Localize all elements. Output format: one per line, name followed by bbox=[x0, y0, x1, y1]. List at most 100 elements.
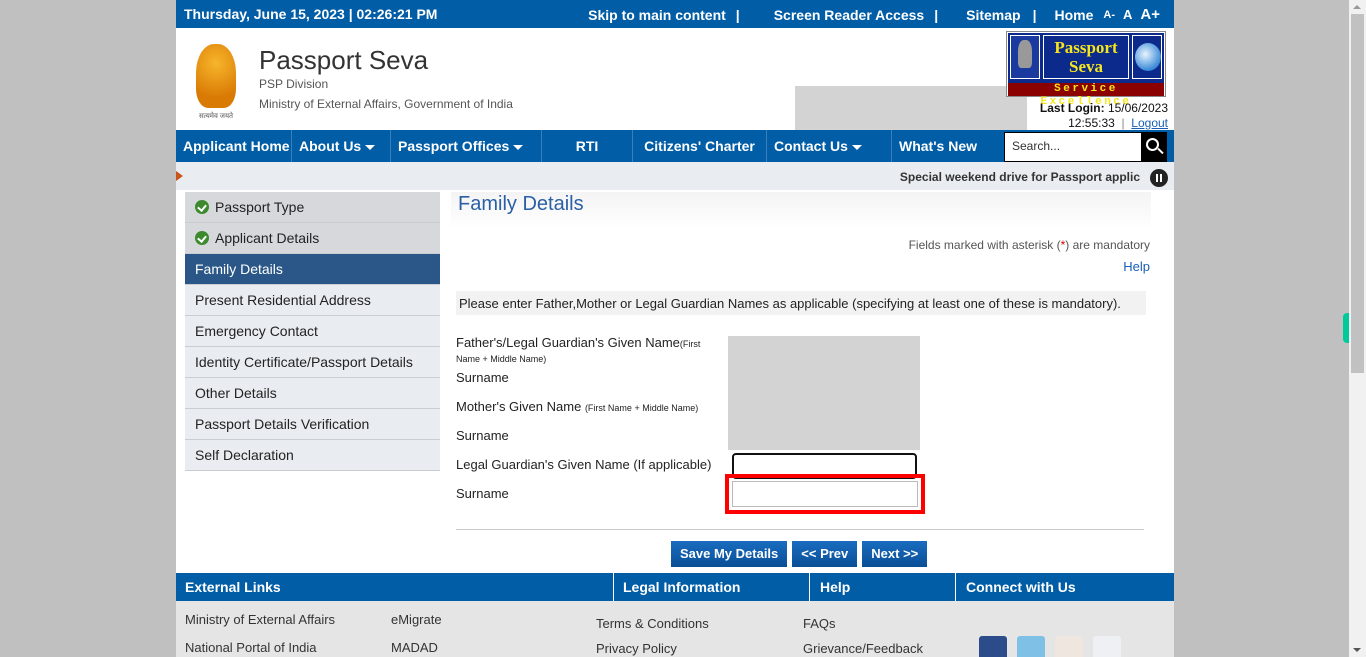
home-link[interactable]: Home bbox=[1055, 7, 1094, 23]
check-circle-icon bbox=[195, 231, 209, 245]
guardian-surname-input[interactable] bbox=[732, 481, 918, 507]
vertical-scrollbar[interactable] bbox=[1349, 0, 1366, 657]
facebook-icon[interactable] bbox=[979, 636, 1007, 657]
emblem-motto: सत्यमेव जयते bbox=[198, 113, 234, 120]
footer-header: External Links Legal Information Help Co… bbox=[176, 573, 1174, 601]
form-actions: Save My Details << Prev Next >> bbox=[671, 541, 932, 567]
sidebar-item-family-details[interactable]: Family Details bbox=[185, 254, 440, 285]
footer-link[interactable]: National Portal of India bbox=[185, 640, 317, 655]
skip-to-main-link[interactable]: Skip to main content bbox=[588, 7, 726, 23]
ticker-arrow-icon bbox=[176, 171, 183, 181]
footer-link[interactable]: Grievance/Feedback bbox=[803, 641, 923, 656]
nav-label: About Us bbox=[299, 138, 362, 154]
search-button[interactable] bbox=[1141, 132, 1167, 162]
footer-link[interactable]: Ministry of External Affairs bbox=[185, 612, 335, 627]
footer-help-heading: Help bbox=[820, 579, 851, 595]
mandatory-text: Fields marked with asterisk ( bbox=[908, 238, 1061, 252]
sidebar-item-label: Passport Details Verification bbox=[195, 416, 370, 432]
twitter-icon[interactable] bbox=[1017, 636, 1045, 657]
main-content: Family Details Fields marked with asteri… bbox=[451, 192, 1151, 567]
ticker-message[interactable]: Special weekend drive for Passport appli… bbox=[900, 170, 1140, 184]
divider bbox=[613, 573, 614, 601]
footer-link[interactable]: FAQs bbox=[803, 616, 836, 631]
youtube-icon[interactable] bbox=[1055, 636, 1083, 657]
footer-connect-heading: Connect with Us bbox=[966, 579, 1076, 595]
logo-line2: Seva bbox=[1069, 57, 1103, 76]
scroll-up-icon[interactable] bbox=[1353, 5, 1361, 9]
guardian-surname-label: Surname bbox=[456, 486, 509, 501]
sidebar-item-emergency-contact[interactable]: Emergency Contact bbox=[185, 316, 440, 347]
last-login-info: Last Login: 15/06/2023 12:55:33 | Logout bbox=[1039, 101, 1168, 130]
flickr-icon[interactable] bbox=[1093, 636, 1121, 657]
father-surname-label: Surname bbox=[456, 370, 509, 385]
top-bar: Thursday, June 15, 2023 | 02:26:21 PM Sk… bbox=[176, 0, 1174, 28]
font-increase-button[interactable]: A+ bbox=[1140, 6, 1160, 23]
chevron-down-icon bbox=[851, 144, 862, 150]
sidebar-item-applicant-details[interactable]: Applicant Details bbox=[185, 223, 440, 254]
sidebar-item-identity-certificate[interactable]: Identity Certificate/Passport Details bbox=[185, 347, 440, 378]
nav-rti[interactable]: RTI bbox=[542, 130, 633, 162]
logo-line1: Passport bbox=[1054, 38, 1118, 57]
sidebar-item-self-declaration[interactable]: Self Declaration bbox=[185, 440, 440, 471]
redacted-inputs bbox=[728, 336, 920, 450]
next-button[interactable]: Next >> bbox=[862, 541, 928, 567]
logo-tagline: Service Excellence bbox=[1008, 83, 1164, 108]
passport-seva-logo: Passport Seva Service Excellence bbox=[1006, 31, 1166, 108]
sidebar-item-other-details[interactable]: Other Details bbox=[185, 378, 440, 409]
sidebar-item-passport-type[interactable]: Passport Type bbox=[185, 192, 440, 223]
label-hint: (First Name + Middle Name) bbox=[584, 403, 699, 413]
mother-given-name-label: Mother's Given Name (First Name + Middle… bbox=[456, 399, 698, 414]
scrollbar-thumb[interactable] bbox=[1351, 14, 1364, 373]
footer-link[interactable]: Privacy Policy bbox=[596, 641, 677, 656]
footer-link[interactable]: eMigrate bbox=[391, 612, 442, 627]
nav-citizens-charter[interactable]: Citizens' Charter bbox=[633, 130, 767, 162]
font-normal-button[interactable]: A bbox=[1123, 7, 1132, 22]
footer-link[interactable]: Terms & Conditions bbox=[596, 616, 709, 631]
nav-label: RTI bbox=[575, 138, 599, 154]
sidebar-item-label: Present Residential Address bbox=[195, 292, 371, 308]
nav-label: Passport Offices bbox=[398, 138, 510, 154]
nav-passport-offices[interactable]: Passport Offices bbox=[391, 130, 542, 162]
scroll-down-icon[interactable] bbox=[1353, 648, 1361, 652]
chevron-down-icon bbox=[513, 144, 524, 150]
footer-external-heading: External Links bbox=[185, 579, 281, 595]
national-emblem-icon: सत्यमेव जयते bbox=[192, 42, 240, 124]
label-text: Mother's Given Name bbox=[456, 399, 582, 414]
chevron-down-icon bbox=[365, 144, 376, 150]
nav-contact-us[interactable]: Contact Us bbox=[767, 130, 892, 162]
guardian-given-name-label: Legal Guardian's Given Name (If applicab… bbox=[456, 457, 712, 472]
footer-link[interactable]: MADAD bbox=[391, 640, 438, 655]
nav-applicant-home[interactable]: Applicant Home bbox=[176, 130, 292, 162]
footer-body: Ministry of External Affairs eMigrate Na… bbox=[176, 601, 1174, 657]
site-header: सत्यमेव जयते Passport Seva PSP Division … bbox=[176, 28, 1174, 130]
section-header: Family Details bbox=[451, 192, 1151, 230]
sidebar-item-label: Emergency Contact bbox=[195, 323, 318, 339]
sidebar-item-present-address[interactable]: Present Residential Address bbox=[185, 285, 440, 316]
sidebar-item-label: Self Declaration bbox=[195, 447, 294, 463]
last-login-date: 15/06/2023 bbox=[1107, 101, 1168, 115]
father-given-name-label: Father's/Legal Guardian's Given Name(Fir… bbox=[456, 335, 700, 365]
help-link[interactable]: Help bbox=[1123, 259, 1150, 274]
save-button[interactable]: Save My Details bbox=[671, 541, 788, 567]
font-decrease-button[interactable]: A- bbox=[1103, 9, 1115, 21]
screen-reader-link[interactable]: Screen Reader Access bbox=[774, 7, 924, 23]
label-hint: Name + Middle Name) bbox=[456, 354, 547, 364]
separator: | bbox=[934, 6, 939, 23]
last-login-label: Last Login: bbox=[1039, 101, 1105, 115]
separator: | bbox=[735, 6, 740, 23]
sidebar-item-label: Identity Certificate/Passport Details bbox=[195, 354, 413, 370]
pause-icon[interactable] bbox=[1150, 169, 1168, 187]
sidebar-item-label: Other Details bbox=[195, 385, 277, 401]
search-input[interactable]: Search... bbox=[1004, 132, 1142, 162]
nav-about-us[interactable]: About Us bbox=[292, 130, 391, 162]
sidebar-item-passport-verification[interactable]: Passport Details Verification bbox=[185, 409, 440, 440]
site-title[interactable]: Passport Seva bbox=[259, 45, 428, 76]
logout-link[interactable]: Logout bbox=[1131, 116, 1168, 130]
nav-whats-new[interactable]: What's New bbox=[892, 130, 1004, 162]
prev-button[interactable]: << Prev bbox=[792, 541, 858, 567]
footer-legal-heading: Legal Information bbox=[623, 579, 741, 595]
sitemap-link[interactable]: Sitemap bbox=[966, 7, 1020, 23]
page-title: Family Details bbox=[458, 193, 584, 215]
last-login-time: 12:55:33 bbox=[1068, 116, 1115, 130]
news-ticker: Special weekend drive for Passport appli… bbox=[176, 162, 1174, 190]
